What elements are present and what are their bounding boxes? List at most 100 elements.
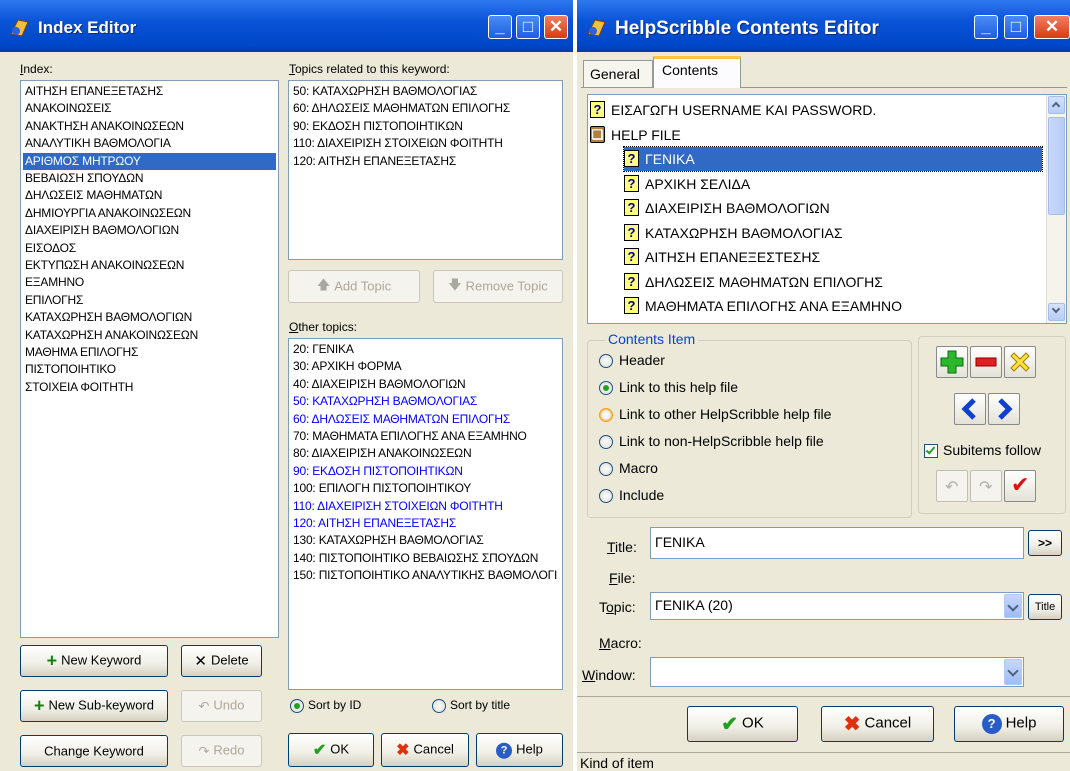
move-left-button[interactable]: [954, 393, 986, 425]
other-topic-item[interactable]: 50: ΚΑΤΑΧΩΡΗΣΗ ΒΑΘΜΟΛΟΓΙΑΣ: [291, 393, 560, 410]
minimize-button[interactable]: _: [974, 15, 998, 39]
tree-item[interactable]: ? ΓΕΝΙΚΑ: [623, 146, 1043, 172]
keyword-item[interactable]: ΔΗΜΙΟΥΡΓΙΑ ΑΝΑΚΟΙΝΩΣΕΩΝ: [23, 205, 276, 222]
ok-button[interactable]: ✔ OK: [687, 706, 798, 742]
keyword-item[interactable]: ΜΑΘΗΜΑ ΕΠΙΛΟΓΗΣ: [23, 344, 276, 361]
related-topic-item[interactable]: 60: ΔΗΛΩΣΕΙΣ ΜΑΘΗΜΑΤΩΝ ΕΠΙΛΟΓΗΣ: [291, 100, 560, 117]
other-topic-item[interactable]: 140: ΠΙΣΤΟΠΟΙΗΤΙΚΟ ΒΕΒΑΙΩΣΗΣ ΣΠΟΥΔΩΝ: [291, 550, 560, 567]
add-item-button[interactable]: [936, 346, 968, 378]
contents-tree[interactable]: ? ΕΙΣΑΓΩΓΗ USERNAME ΚΑΙ PASSWORD. ❑ HELP FI…: [587, 94, 1067, 324]
remove-topic-button[interactable]: 🡇 Remove Topic: [433, 270, 563, 303]
item-type-radio[interactable]: [599, 408, 613, 422]
maximize-button[interactable]: □: [1004, 15, 1028, 39]
keyword-item[interactable]: ΑΙΤΗΣΗ ΕΠΑΝΕΞΕΤΑΣΗΣ: [23, 83, 276, 100]
new-keyword-button[interactable]: + New Keyword: [20, 645, 168, 677]
other-topic-item[interactable]: 130: ΚΑΤΑΧΩΡΗΣΗ ΒΑΘΜΟΛΟΓΙΑΣ: [291, 532, 560, 549]
apply-item-button[interactable]: ✔: [1004, 470, 1036, 502]
subitems-follow-checkbox[interactable]: [924, 444, 938, 458]
tree-item[interactable]: ? ΑΡΧΙΚΗ ΣΕΛΙΔΑ: [624, 172, 750, 196]
tree-item[interactable]: ? ΑΙΤΗΣΗ ΕΠΑΝΕΞΕΣΤΕΣΗΣ: [624, 245, 820, 269]
item-undo-button[interactable]: ↶: [936, 470, 968, 502]
item-redo-button[interactable]: ↷: [970, 470, 1002, 502]
tab-general[interactable]: General: [583, 60, 653, 87]
title-field[interactable]: ΓΕΝΙΚΑ: [650, 527, 1024, 559]
add-topic-button[interactable]: 🡅 Add Topic: [288, 270, 420, 303]
scroll-down-button[interactable]: [1048, 303, 1065, 321]
redo-button[interactable]: ↷ Redo: [181, 735, 262, 767]
item-type-radio[interactable]: [599, 462, 613, 476]
keyword-item[interactable]: ΒΕΒΑΙΩΣΗ ΣΠΟΥΔΩΝ: [23, 170, 276, 187]
tab-contents[interactable]: Contents: [653, 56, 741, 88]
sort-by-title-radio[interactable]: [432, 699, 446, 713]
help-button[interactable]: ? Help: [954, 706, 1064, 742]
other-topic-item[interactable]: 30: ΑΡΧΙΚΗ ΦΟΡΜΑ: [291, 358, 560, 375]
close-button[interactable]: ✕: [544, 15, 568, 39]
scroll-thumb[interactable]: [1048, 117, 1065, 215]
other-topic-item[interactable]: 120: ΑΙΤΗΣΗ ΕΠΑΝΕΞΕΤΑΣΗΣ: [291, 515, 560, 532]
maximize-button[interactable]: □: [516, 15, 540, 39]
close-button[interactable]: ✕: [1034, 15, 1070, 39]
other-topic-item[interactable]: 80: ΔΙΑΧΕΙΡΙΣΗ ΑΝΑΚΟΙΝΩΣΕΩΝ: [291, 445, 560, 462]
keyword-item[interactable]: ΕΚΤΥΠΩΣΗ ΑΝΑΚΟΙΝΩΣΕΩΝ: [23, 257, 276, 274]
minimize-button[interactable]: _: [488, 15, 512, 39]
move-right-button[interactable]: [988, 393, 1020, 425]
item-type-radio[interactable]: [599, 489, 613, 503]
item-type-radio[interactable]: [599, 381, 613, 395]
keyword-item[interactable]: ΕΠΙΛΟΓΗΣ: [23, 292, 276, 309]
related-topic-item[interactable]: 90: ΕΚΔΟΣΗ ΠΙΣΤΟΠΟΙΗΤΙΚΩΝ: [291, 118, 560, 135]
keyword-item[interactable]: ΑΝΑΛΥΤΙΚΗ ΒΑΘΜΟΛΟΓΙΑ: [23, 135, 276, 152]
window-select[interactable]: [650, 657, 1024, 687]
help-button[interactable]: ? Help: [476, 733, 563, 767]
keyword-item[interactable]: ΑΡΙΘΜΟΣ ΜΗΤΡΩΟΥ: [23, 152, 276, 170]
undo-button[interactable]: ↶ Undo: [181, 690, 262, 722]
cancel-button[interactable]: ✖ Cancel: [821, 706, 934, 742]
keyword-item[interactable]: ΔΙΑΧΕΙΡΙΣΗ ΒΑΘΜΟΛΟΓΙΩΝ: [23, 222, 276, 239]
other-topic-item[interactable]: 150: ΠΙΣΤΟΠΟΙΗΤΙΚΟ ΑΝΑΛΥΤΙΚΗΣ ΒΑΘΜΟΛΟΓΙ: [291, 567, 560, 584]
other-topic-item[interactable]: 70: ΜΑΘΗΜΑΤΑ ΕΠΙΛΟΓΗΣ ΑΝΑ ΕΞΑΜΗΝΟ: [291, 428, 560, 445]
keyword-item[interactable]: ΠΙΣΤΟΠΟΙΗΤΙΚΟ: [23, 361, 276, 378]
related-topic-item[interactable]: 110: ΔΙΑΧΕΙΡΙΣΗ ΣΤΟΙΧΕΙΩΝ ΦΟΙΤΗΤΗ: [291, 135, 560, 152]
other-topic-item[interactable]: 90: ΕΚΔΟΣΗ ΠΙΣΤΟΠΟΙΗΤΙΚΩΝ: [291, 463, 560, 480]
tree-item[interactable]: ❑ HELP FILE: [590, 123, 681, 147]
tree-item[interactable]: ? ΔΙΑΧΕΙΡΙΣΗ ΒΑΘΜΟΛΟΓΙΩΝ: [624, 196, 830, 220]
related-topic-item[interactable]: 50: ΚΑΤΑΧΩΡΗΣΗ ΒΑΘΜΟΛΟΓΙΑΣ: [291, 83, 560, 100]
new-sub-keyword-button[interactable]: + New Sub-keyword: [20, 690, 168, 722]
chevron-down-icon[interactable]: [1004, 659, 1022, 685]
other-topic-item[interactable]: 110: ΔΙΑΧΕΙΡΙΣΗ ΣΤΟΙΧΕΙΩΝ ΦΟΙΤΗΤΗ: [291, 498, 560, 515]
keyword-item[interactable]: ΑΝΑΚΟΙΝΩΣΕΙΣ: [23, 100, 276, 117]
keyword-item[interactable]: ΣΤΟΙΧΕΙΑ ΦΟΙΤΗΤΗ: [23, 379, 276, 396]
other-topic-item[interactable]: 60: ΔΗΛΩΣΕΙΣ ΜΑΘΗΜΑΤΩΝ ΕΠΙΛΟΓΗΣ: [291, 411, 560, 428]
keyword-item[interactable]: ΕΞΑΜΗΝΟ: [23, 274, 276, 291]
other-topic-item[interactable]: 100: ΕΠΙΛΟΓΗ ΠΙΣΤΟΠΟΙΗΤΙΚΟΥ: [291, 480, 560, 497]
index-editor-titlebar[interactable]: Index Editor _ □ ✕: [0, 0, 573, 52]
keyword-list[interactable]: ΑΙΤΗΣΗ ΕΠΑΝΕΞΕΤΑΣΗΣ ΑΝΑΚΟΙΝΩΣΕΙΣ ΑΝΑΚΤΗΣΗ …: [20, 80, 279, 638]
tree-item[interactable]: ? ΔΗΛΩΣΕΙΣ ΜΑΘΗΜΑΤΩΝ ΕΠΙΛΟΓΗΣ: [624, 270, 883, 294]
sort-by-id-radio[interactable]: [290, 699, 304, 713]
other-topic-item[interactable]: 40: ΔΙΑΧΕΙΡΙΣΗ ΒΑΘΜΟΛΟΓΙΩΝ: [291, 376, 560, 393]
item-type-radio[interactable]: [599, 354, 613, 368]
other-topic-item[interactable]: 20: ΓΕΝΙΚΑ: [291, 341, 560, 358]
topic-select[interactable]: ΓΕΝΙΚΑ (20): [650, 592, 1024, 620]
tree-scrollbar[interactable]: [1046, 95, 1066, 323]
keyword-item[interactable]: ΑΝΑΚΤΗΣΗ ΑΝΑΚΟΙΝΩΣΕΩΝ: [23, 118, 276, 135]
chevron-down-icon[interactable]: [1004, 594, 1022, 618]
keyword-item[interactable]: ΚΑΤΑΧΩΡΗΣΗ ΒΑΘΜΟΛΟΓΙΩΝ: [23, 309, 276, 326]
topic-title-button[interactable]: Title: [1028, 594, 1062, 620]
tree-item[interactable]: ? ΜΑΘΗΜΑΤΑ ΕΠΙΛΟΓΗΣ ΑΝΑ ΕΞΑΜΗΝΟ: [624, 294, 902, 318]
ok-button[interactable]: ✔ OK: [288, 733, 374, 767]
delete-button[interactable]: ✕ Delete: [181, 645, 262, 677]
tree-item[interactable]: ? ΚΑΤΑΧΩΡΗΣΗ ΒΑΘΜΟΛΟΓΙΑΣ: [624, 221, 843, 245]
scroll-up-button[interactable]: [1048, 96, 1065, 114]
remove-item-button[interactable]: [970, 346, 1002, 378]
change-keyword-button[interactable]: Change Keyword: [20, 735, 168, 767]
clear-item-button[interactable]: [1004, 346, 1036, 378]
cancel-button[interactable]: ✖ Cancel: [381, 733, 469, 767]
keyword-item[interactable]: ΔΗΛΩΣΕΙΣ ΜΑΘΗΜΑΤΩΝ: [23, 187, 276, 204]
related-topic-item[interactable]: 120: ΑΙΤΗΣΗ ΕΠΑΝΕΞΕΤΑΣΗΣ: [291, 153, 560, 170]
related-topics-list[interactable]: 50: ΚΑΤΑΧΩΡΗΣΗ ΒΑΘΜΟΛΟΓΙΑΣ 60: ΔΗΛΩΣΕΙΣ Μ…: [288, 80, 563, 260]
other-topics-list[interactable]: 20: ΓΕΝΙΚΑ 30: ΑΡΧΙΚΗ ΦΟΡΜΑ 40: ΔΙΑΧΕΙΡΙΣΗ…: [288, 338, 563, 690]
keyword-item[interactable]: ΚΑΤΑΧΩΡΗΣΗ ΑΝΑΚΟΙΝΩΣΕΩΝ: [23, 327, 276, 344]
item-type-radio[interactable]: [599, 435, 613, 449]
contents-editor-titlebar[interactable]: HelpScribble Contents Editor _ □ ✕: [577, 0, 1070, 52]
browse-title-button[interactable]: >>: [1028, 530, 1062, 556]
